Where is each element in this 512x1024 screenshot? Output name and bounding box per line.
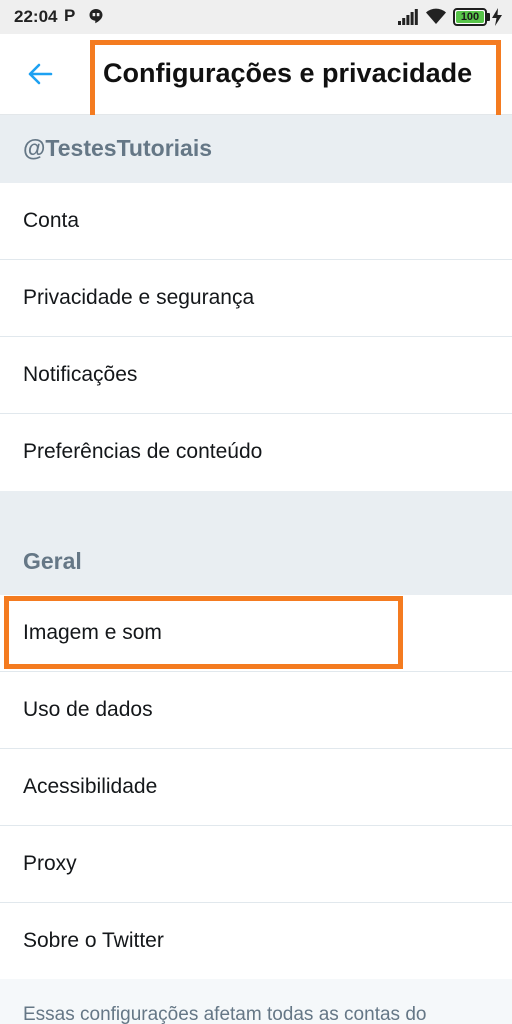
wifi-icon — [426, 8, 446, 24]
arrow-left-icon — [28, 63, 53, 85]
settings-item-label: Proxy — [23, 852, 77, 875]
battery-level: 100 — [460, 11, 480, 23]
app-header: Configurações e privacidade — [0, 34, 512, 115]
settings-item-acessibilidade[interactable]: Acessibilidade — [0, 749, 512, 826]
phone-screen: 22:04 P 100 Configurações e privacidade … — [0, 0, 512, 1024]
settings-item-preferencias[interactable]: Preferências de conteúdo — [0, 414, 512, 491]
settings-item-label: Acessibilidade — [23, 775, 158, 798]
section-header-label: @TestesTutoriais — [23, 135, 213, 161]
signal-icon — [398, 9, 418, 25]
settings-item-label: Preferências de conteúdo — [23, 440, 263, 463]
settings-item-imagem-e-som[interactable]: Imagem e som — [0, 595, 512, 672]
footer-note: Essas configurações afetam todas as cont… — [23, 1004, 427, 1024]
parking-notification-icon: P — [64, 6, 76, 25]
settings-item-label: Notificações — [23, 363, 138, 386]
charging-icon — [492, 8, 502, 26]
back-button[interactable] — [20, 54, 60, 94]
settings-item-conta[interactable]: Conta — [0, 183, 512, 260]
status-bar: 22:04 P 100 — [0, 0, 512, 34]
hangouts-icon — [89, 9, 103, 24]
settings-item-proxy[interactable]: Proxy — [0, 826, 512, 903]
status-time: 22:04 — [14, 7, 58, 26]
settings-item-label: Privacidade e segurança — [23, 286, 255, 309]
settings-item-label: Imagem e som — [23, 621, 162, 644]
section-header-geral: Geral — [0, 491, 512, 595]
settings-item-sobre-o-twitter[interactable]: Sobre o Twitter — [0, 903, 512, 980]
section-header-label: Geral — [23, 548, 82, 574]
page-title: Configurações e privacidade — [103, 58, 473, 88]
settings-item-privacidade[interactable]: Privacidade e segurança — [0, 260, 512, 337]
settings-item-uso-de-dados[interactable]: Uso de dados — [0, 672, 512, 749]
settings-item-label: Sobre o Twitter — [23, 929, 164, 952]
settings-item-notificacoes[interactable]: Notificações — [0, 337, 512, 414]
settings-item-label: Uso de dados — [23, 698, 153, 721]
settings-item-label: Conta — [23, 209, 80, 232]
battery-tip — [487, 13, 490, 21]
battery-icon: 100 — [453, 8, 487, 26]
section-header-account: @TestesTutoriais — [0, 115, 512, 183]
